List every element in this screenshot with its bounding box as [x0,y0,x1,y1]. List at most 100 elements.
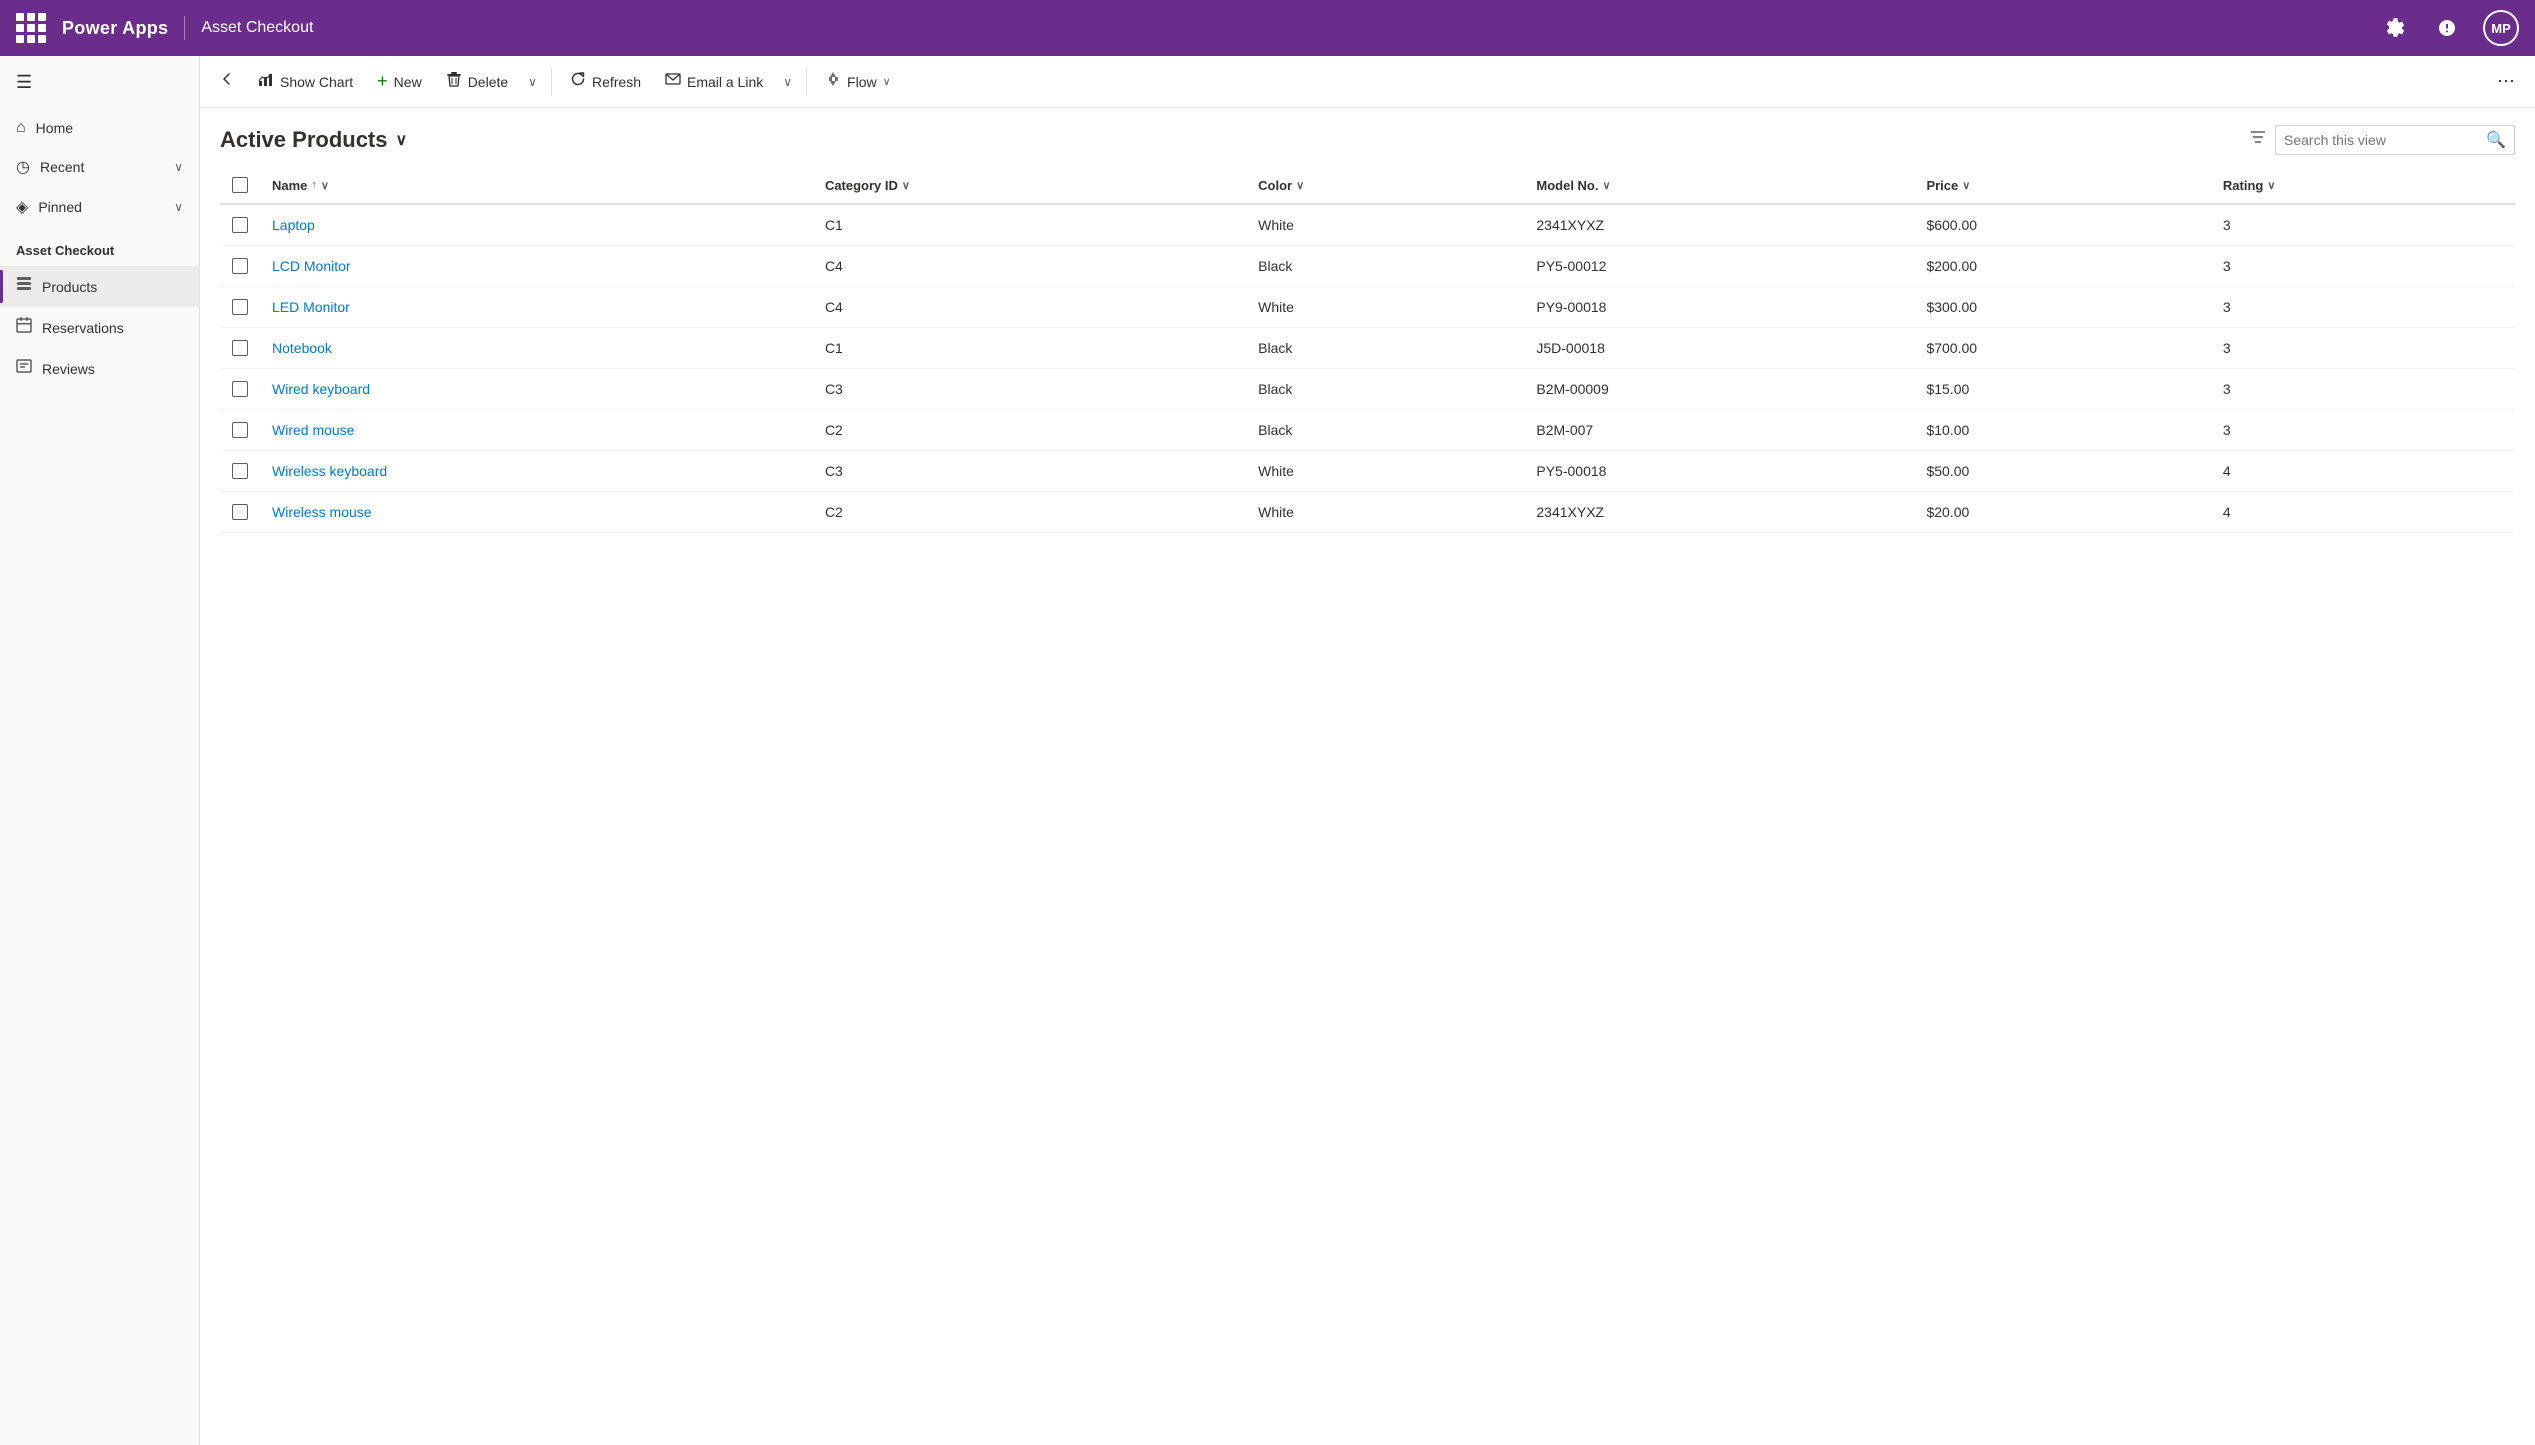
sidebar-home-label: Home [36,120,183,136]
row-color-6: White [1246,451,1524,492]
row-checkbox-cell-5 [220,410,260,451]
row-checkbox-5[interactable] [232,422,248,438]
rating-col-label: Rating [2223,178,2263,193]
row-rating-7: 4 [2211,492,2515,533]
table-row: Wireless keyboard C3 White PY5-00018 $50… [220,451,2515,492]
select-all-checkbox[interactable] [232,177,248,193]
col-header-name[interactable]: Name ↑ ∨ [260,167,813,204]
toolbar-sep-1 [551,68,552,96]
row-checkbox-1[interactable] [232,258,248,274]
name-sort-asc-icon: ↑ [311,179,317,191]
refresh-button[interactable]: Refresh [560,65,651,98]
recent-chevron-icon: ∨ [174,160,183,174]
sidebar-item-products[interactable]: Products [0,266,199,307]
table-row: Wired mouse C2 Black B2M-007 $10.00 3 [220,410,2515,451]
new-button[interactable]: + New [367,65,432,98]
email-link-button[interactable]: Email a Link [655,65,773,98]
sidebar-item-pinned[interactable]: ◈ Pinned ∨ [0,187,199,227]
flow-label: Flow [847,74,877,90]
col-header-rating[interactable]: Rating ∨ [2211,167,2515,204]
pinned-icon: ◈ [16,197,28,217]
row-checkbox-4[interactable] [232,381,248,397]
product-link-3[interactable]: Notebook [272,340,332,356]
delete-dropdown-button[interactable]: ∨ [522,69,543,95]
sidebar-item-home[interactable]: ⌂ Home [0,109,199,147]
table-row: Notebook C1 Black J5D-00018 $700.00 3 [220,328,2515,369]
product-link-6[interactable]: Wireless keyboard [272,463,387,479]
row-name-1: LCD Monitor [260,246,813,287]
price-chevron-icon: ∨ [1962,179,1970,192]
color-col-label: Color [1258,178,1292,193]
products-table: Name ↑ ∨ Category ID ∨ [220,167,2515,533]
col-header-price[interactable]: Price ∨ [1914,167,2210,204]
flow-button[interactable]: Flow ∨ [815,65,901,98]
product-link-4[interactable]: Wired keyboard [272,381,370,397]
color-chevron-icon: ∨ [1296,179,1304,192]
table-row: Wired keyboard C3 Black B2M-00009 $15.00… [220,369,2515,410]
row-category-5: C2 [813,410,1246,451]
refresh-label: Refresh [592,74,641,90]
waffle-menu[interactable] [16,13,46,43]
product-link-7[interactable]: Wireless mouse [272,504,372,520]
row-price-7: $20.00 [1914,492,2210,533]
row-checkbox-cell-0 [220,204,260,246]
row-checkbox-cell-4 [220,369,260,410]
row-checkbox-cell-3 [220,328,260,369]
top-header: Power Apps Asset Checkout MP [0,0,2535,56]
name-sort-desc-icon: ∨ [321,179,329,192]
table-row: LED Monitor C4 White PY9-00018 $300.00 3 [220,287,2515,328]
avatar[interactable]: MP [2483,10,2519,46]
row-color-7: White [1246,492,1524,533]
new-label: New [394,74,422,90]
product-link-5[interactable]: Wired mouse [272,422,354,438]
email-dropdown-button[interactable]: ∨ [777,69,798,95]
product-link-2[interactable]: LED Monitor [272,299,350,315]
show-chart-label: Show Chart [280,74,353,90]
row-checkbox-7[interactable] [232,504,248,520]
reviews-icon [16,358,32,379]
recent-icon: ◷ [16,157,30,177]
product-link-0[interactable]: Laptop [272,217,315,233]
sidebar-item-recent[interactable]: ◷ Recent ∨ [0,147,199,187]
row-checkbox-2[interactable] [232,299,248,315]
row-model-6: PY5-00018 [1524,451,1914,492]
price-col-label: Price [1926,178,1958,193]
row-color-4: Black [1246,369,1524,410]
row-name-4: Wired keyboard [260,369,813,410]
category-chevron-icon: ∨ [902,179,910,192]
view-title[interactable]: Active Products ∨ [220,127,407,153]
row-model-0: 2341XYXZ [1524,204,1914,246]
help-button[interactable] [2431,12,2463,44]
email-icon [665,71,681,92]
col-header-color[interactable]: Color ∨ [1246,167,1524,204]
row-rating-3: 3 [2211,328,2515,369]
row-checkbox-3[interactable] [232,340,248,356]
search-input[interactable] [2284,132,2480,148]
model-no-col-label: Model No. [1536,178,1598,193]
model-chevron-icon: ∨ [1602,179,1610,192]
delete-button[interactable]: Delete [436,65,518,98]
row-checkbox-0[interactable] [232,217,248,233]
more-actions-button[interactable]: ⋯ [2489,65,2523,98]
search-icon: 🔍 [2486,130,2506,150]
row-color-2: White [1246,287,1524,328]
back-button[interactable] [212,65,244,98]
sidebar-item-reservations[interactable]: Reservations [0,307,199,348]
sidebar-item-reviews[interactable]: Reviews [0,348,199,389]
settings-button[interactable] [2379,12,2411,44]
hamburger-button[interactable]: ☰ [0,56,199,109]
row-rating-0: 3 [2211,204,2515,246]
col-header-category-id[interactable]: Category ID ∨ [813,167,1246,204]
product-link-1[interactable]: LCD Monitor [272,258,351,274]
delete-icon [446,71,462,92]
select-all-header[interactable] [220,167,260,204]
show-chart-button[interactable]: Show Chart [248,65,363,98]
row-name-6: Wireless keyboard [260,451,813,492]
row-rating-2: 3 [2211,287,2515,328]
row-price-3: $700.00 [1914,328,2210,369]
row-checkbox-6[interactable] [232,463,248,479]
filter-button[interactable] [2241,124,2275,155]
col-header-model-no[interactable]: Model No. ∨ [1524,167,1914,204]
view-title-text: Active Products [220,127,388,153]
row-price-6: $50.00 [1914,451,2210,492]
